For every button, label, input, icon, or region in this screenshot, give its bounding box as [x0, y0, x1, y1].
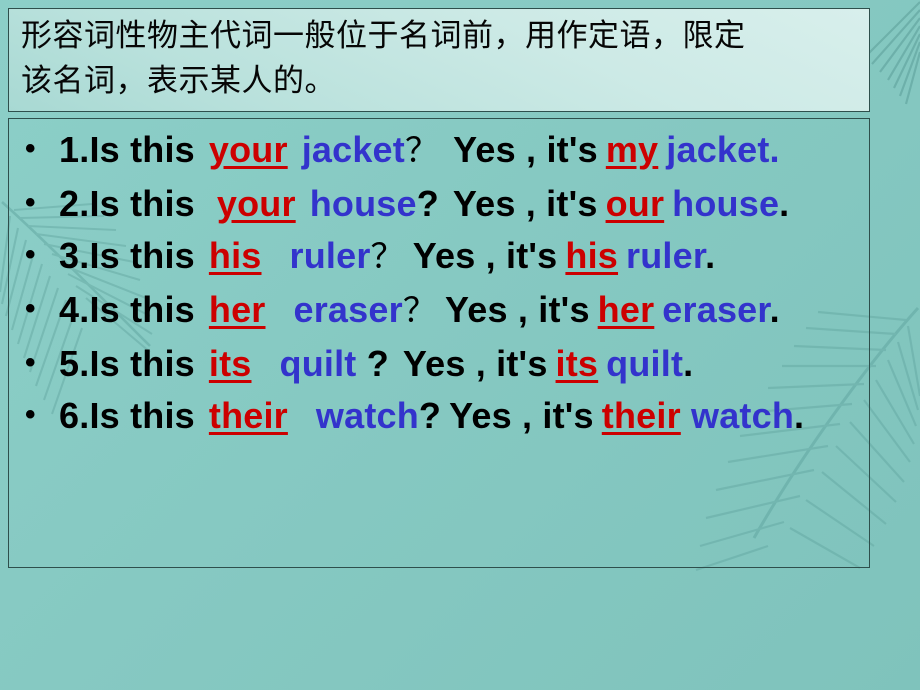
slide-canvas: 形容词性物主代词一般位于名词前，用作定语，限定 该名词，表示某人的。 1.Is …	[0, 0, 920, 690]
sentence-list: 1.Is thisyourjacket？Yes , it'smyjacket. …	[17, 124, 863, 441]
possessive-answer: her	[597, 289, 655, 330]
answer-lead: Yes , it's	[452, 183, 598, 224]
possessive-answer: our	[605, 183, 665, 224]
period: .	[683, 343, 694, 384]
item-number: 5.	[59, 343, 90, 384]
answer-lead: Yes , it's	[402, 343, 548, 384]
question-mark: ？	[370, 239, 405, 276]
list-item: 2.Is thisyourhouse?Yes , it'sourhouse.	[17, 178, 863, 229]
question-lead: Is this	[89, 235, 195, 276]
period: .	[779, 183, 790, 224]
noun-question: ruler	[289, 235, 371, 276]
noun-answer: eraser	[662, 289, 770, 330]
answer-lead: Yes , it's	[453, 129, 598, 170]
title-text: 形容词性物主代词一般位于名词前，用作定语，限定 该名词，表示某人的。	[21, 18, 746, 98]
noun-question: house	[309, 183, 417, 224]
noun-answer: quilt	[606, 343, 684, 384]
item-number: 2.	[59, 183, 90, 224]
period: .	[769, 289, 780, 330]
noun-question: watch	[315, 395, 419, 436]
period: .	[769, 129, 780, 170]
question-lead: Is this	[89, 129, 195, 170]
possessive-question: their	[208, 395, 288, 436]
possessive-question: your	[208, 129, 288, 170]
question-mark: ?	[416, 183, 439, 224]
noun-question: quilt	[279, 343, 367, 384]
period: .	[705, 235, 716, 276]
possessive-answer: his	[565, 235, 619, 276]
possessive-answer: its	[555, 343, 599, 384]
list-item: 4.Is thishereraser？Yes , it'shereraser.	[17, 284, 863, 337]
item-number: 4.	[59, 289, 90, 330]
noun-answer: house	[672, 183, 780, 224]
question-lead: Is this	[89, 395, 195, 436]
possessive-answer: my	[605, 129, 659, 170]
period: .	[794, 395, 805, 436]
title-box: 形容词性物主代词一般位于名词前，用作定语，限定 该名词，表示某人的。	[8, 8, 870, 112]
noun-answer: jacket	[666, 129, 770, 170]
question-mark: ？	[402, 293, 438, 330]
list-item: 6.Is thistheirwatch?Yes , it'stheir watc…	[17, 390, 863, 441]
noun-question: eraser	[293, 289, 403, 330]
question-mark: ?	[366, 343, 389, 384]
possessive-question: its	[208, 343, 252, 384]
noun-question: jacket	[301, 129, 405, 170]
list-item: 1.Is thisyourjacket？Yes , it'smyjacket.	[17, 124, 863, 177]
item-number: 1.	[59, 129, 90, 170]
question-mark: ？	[404, 133, 440, 170]
list-item: 5.Is thisitsquilt ?Yes , it'sitsquilt.	[17, 338, 863, 389]
possessive-question: her	[208, 289, 266, 330]
item-number: 6.	[59, 395, 90, 436]
answer-lead: Yes , it's	[445, 289, 590, 330]
noun-answer: ruler	[626, 235, 706, 276]
list-item: 3.Is thishisruler？Yes , it'shisruler.	[17, 230, 863, 283]
question-lead: Is this	[89, 343, 195, 384]
answer-lead: Yes , it's	[449, 395, 594, 436]
question-mark: ?	[418, 395, 442, 436]
possessive-question: your	[216, 183, 296, 224]
item-number: 3.	[59, 235, 90, 276]
answer-lead: Yes , it's	[412, 235, 558, 276]
possessive-question: his	[208, 235, 262, 276]
possessive-answer: their	[601, 395, 681, 436]
question-lead: Is this	[89, 183, 195, 224]
question-lead: Is this	[89, 289, 195, 330]
content-box: 1.Is thisyourjacket？Yes , it'smyjacket. …	[8, 118, 870, 568]
noun-answer: watch	[691, 395, 795, 436]
